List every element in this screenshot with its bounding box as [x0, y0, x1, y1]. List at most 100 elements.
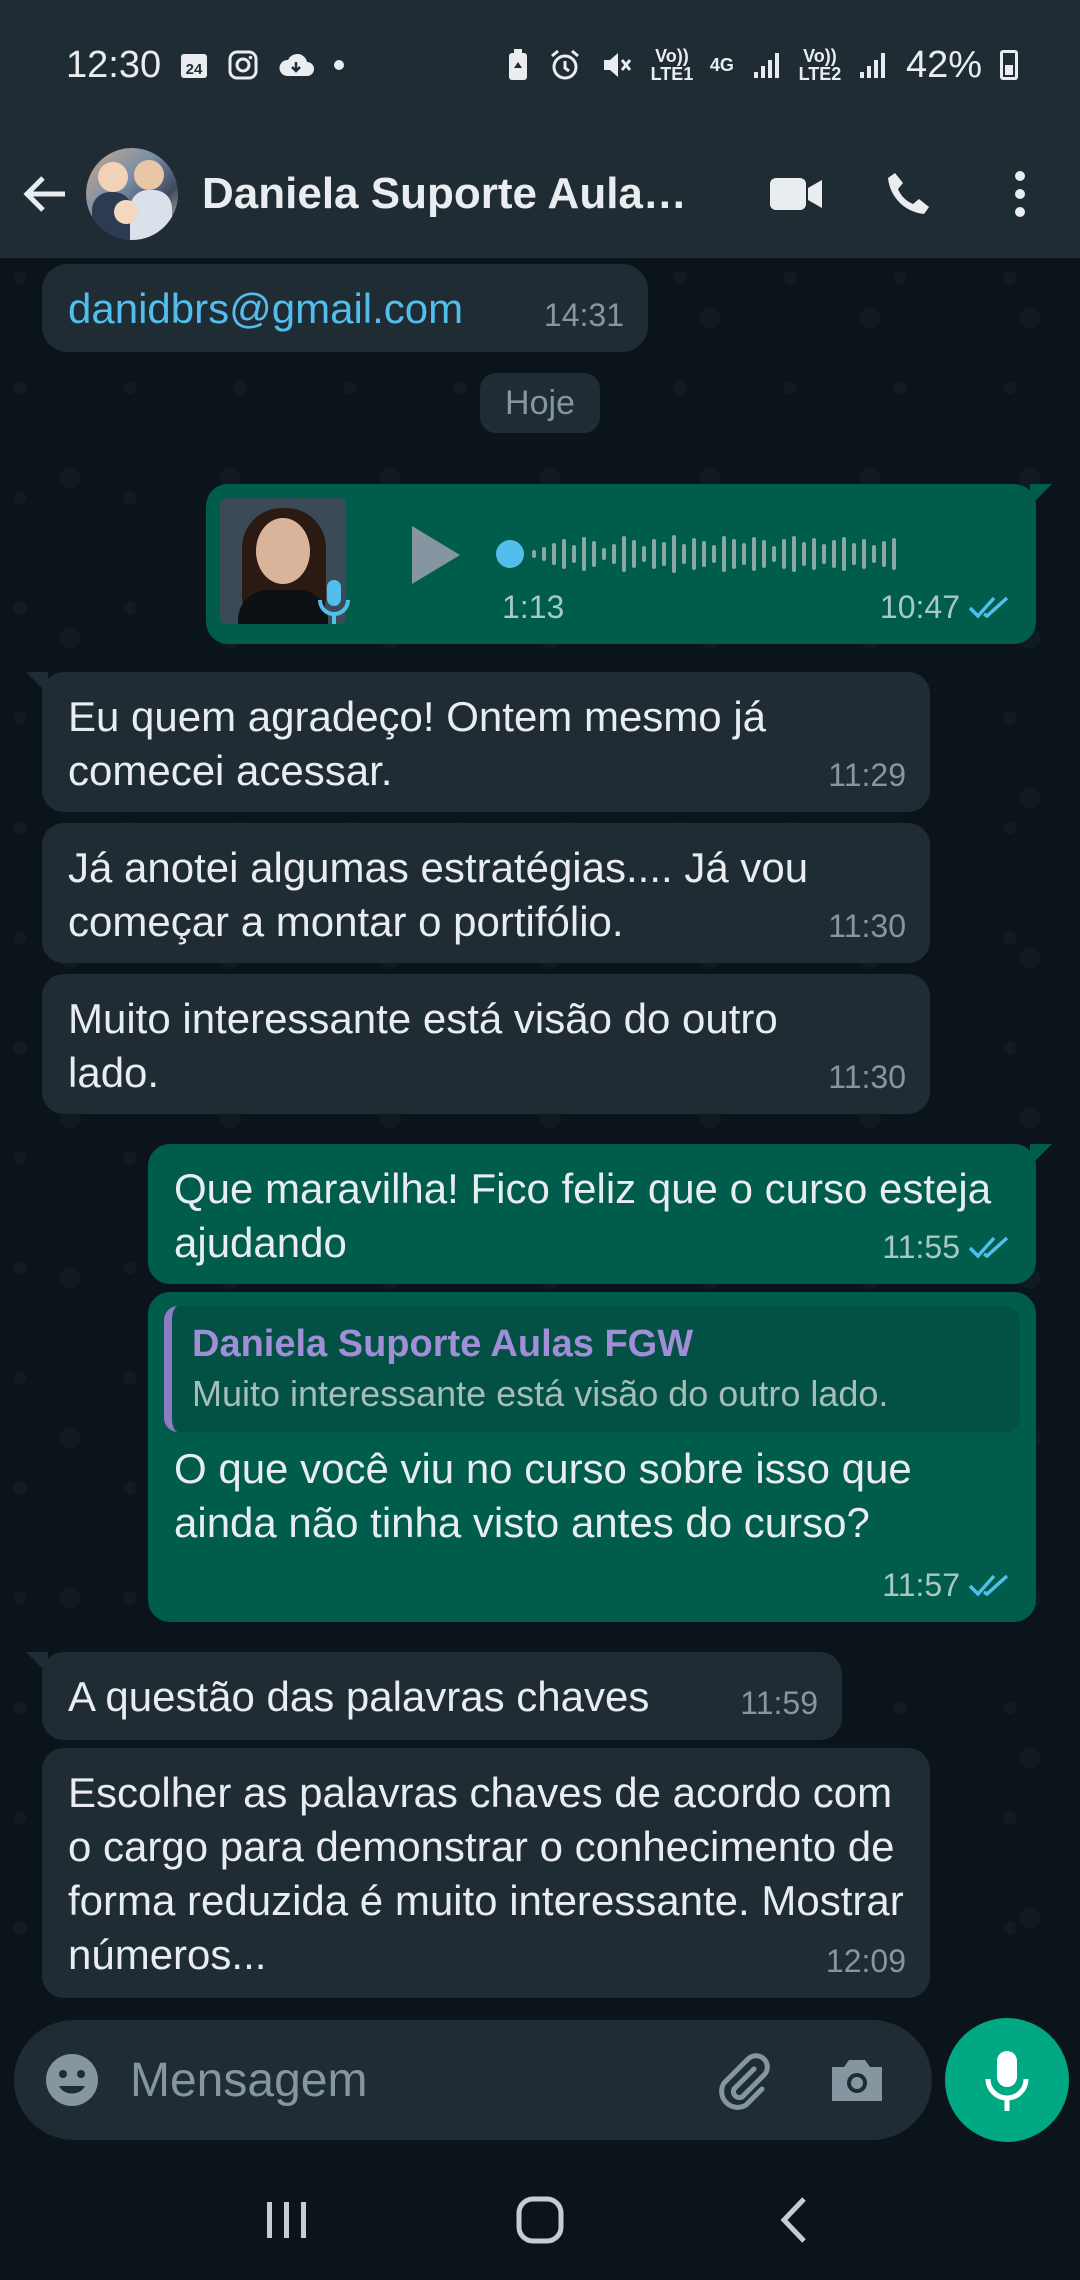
waveform-bar [772, 546, 776, 562]
waveform-bar [842, 537, 846, 571]
waveform-bar [832, 540, 836, 568]
waveform-bar [862, 539, 866, 569]
message-text: A questão das palavras chaves [68, 1673, 650, 1720]
status-right: Vo)) LTE1 4G Vo)) LTE2 42% [506, 44, 1018, 87]
home-button[interactable] [505, 2185, 575, 2255]
cloud-sync-icon [277, 50, 315, 80]
signal-1-icon [752, 50, 782, 80]
recent-apps-icon [266, 2202, 306, 2238]
message-text: Já anotei algumas estratégias.... Já vou… [68, 844, 809, 945]
voice-record-button[interactable] [945, 2018, 1069, 2142]
message-text: Que maravilha! Fico feliz que o curso es… [174, 1165, 992, 1266]
waveform-bar [762, 540, 766, 568]
attach-icon[interactable] [712, 2049, 774, 2111]
waveform-bar [672, 535, 676, 573]
waveform-bar [812, 538, 816, 570]
message-time: 11:57 [882, 1558, 1012, 1612]
chat-area[interactable]: danidbrs@gmail.com 14:31 Hoje 1:13 10:47… [0, 258, 1080, 2013]
more-options-button[interactable] [990, 164, 1050, 224]
message-bubble-incoming[interactable]: Escolher as palavras chaves de acordo co… [42, 1748, 930, 1998]
waveform-bar [592, 541, 596, 567]
contact-name[interactable]: Daniela Suporte Aulas... [202, 169, 702, 219]
waveform-bar [802, 542, 806, 566]
waveform-bar [882, 541, 886, 567]
waveform-bar [542, 547, 546, 561]
quote-author: Daniela Suporte Aulas FGW [192, 1323, 694, 1365]
message-text: Eu quem agradeço! Ontem mesmo já comecei… [68, 693, 767, 794]
waveform-bar [712, 545, 716, 563]
header-actions [766, 164, 1050, 224]
message-bubble-incoming[interactable]: Eu quem agradeço! Ontem mesmo já comecei… [26, 672, 930, 812]
waveform-bar [822, 544, 826, 564]
message-bubble-incoming[interactable]: Já anotei algumas estratégias.... Já vou… [42, 823, 930, 963]
message-composer [14, 2020, 932, 2140]
waveform-bar [562, 539, 566, 569]
waveform-bar [572, 545, 576, 563]
status-left: 12:30 24 [66, 44, 345, 87]
waveform-bar [852, 543, 856, 565]
instagram-icon [227, 49, 259, 81]
waveform-bar [602, 548, 606, 560]
read-ticks-icon [968, 596, 1009, 619]
read-ticks-icon [968, 1574, 1009, 1597]
recent-apps-button[interactable] [252, 2185, 322, 2255]
calendar-day: 24 [186, 61, 203, 78]
read-ticks-icon [968, 1236, 1009, 1259]
more-vertical-icon [1015, 171, 1025, 217]
status-time: 12:30 [66, 43, 162, 86]
microphone-icon [985, 2051, 1029, 2111]
message-bubble-outgoing[interactable]: Que maravilha! Fico feliz que o curso es… [148, 1144, 1052, 1284]
waveform-bar [582, 537, 586, 571]
waveform-bar [552, 543, 556, 565]
back-chevron-icon [780, 2197, 807, 2243]
camera-icon[interactable] [826, 2049, 888, 2111]
system-nav-bar [0, 2160, 1080, 2280]
contact-avatar[interactable] [86, 148, 178, 240]
message-input[interactable] [130, 2052, 690, 2108]
video-camera-icon [770, 178, 822, 210]
emoji-icon[interactable] [42, 2050, 102, 2110]
message-bubble-email[interactable]: danidbrs@gmail.com 14:31 [42, 264, 648, 352]
battery-icon [1000, 50, 1018, 80]
back-button[interactable] [20, 169, 70, 219]
message-bubble-incoming[interactable]: Muito interessante está visão do outro l… [42, 974, 930, 1114]
waveform-bar [782, 539, 786, 569]
quote-text: Muito interessante está visão do outro l… [192, 1373, 889, 1414]
message-time: 14:31 [543, 297, 624, 333]
mute-icon [600, 48, 634, 82]
play-icon[interactable] [402, 520, 466, 590]
email-link[interactable]: danidbrs@gmail.com [68, 285, 463, 332]
status-bar: 12:30 24 Vo)) LTE1 4G Vo)) LTE2 42% [0, 0, 1080, 130]
message-time: 12:09 [825, 1943, 906, 1979]
signal-2-icon [858, 50, 888, 80]
waveform-bar [702, 541, 706, 567]
alarm-icon [548, 48, 582, 82]
message-text: Muito interessante está visão do outro l… [68, 995, 778, 1096]
message-time: 10:47 [880, 580, 1012, 634]
waveform-bar [532, 550, 536, 558]
message-bubble-outgoing-reply[interactable]: Daniela Suporte Aulas FGW Muito interess… [148, 1292, 1036, 1622]
waveform-scrubber [496, 540, 524, 568]
waveform-bar [752, 537, 756, 571]
chat-header: Daniela Suporte Aulas... [0, 130, 1080, 258]
waveform-bar [872, 545, 876, 563]
waveform-bar [742, 543, 746, 565]
waveform-bar [642, 546, 646, 562]
voice-call-button[interactable] [878, 164, 938, 224]
waveform-bar [662, 542, 666, 566]
video-call-button[interactable] [766, 164, 826, 224]
waveform-bar [632, 540, 636, 568]
battery-percent: 42% [905, 43, 982, 86]
voice-message-bubble[interactable]: 1:13 10:47 [206, 484, 1052, 644]
phone-icon [888, 173, 929, 214]
home-icon [516, 2196, 564, 2244]
date-separator: Hoje [480, 373, 600, 433]
waveform-bar [612, 544, 616, 564]
message-bubble-incoming[interactable]: A questão das palavras chaves 11:59 [26, 1652, 842, 1740]
back-nav-button[interactable] [758, 2185, 828, 2255]
message-time: 11:29 [828, 757, 906, 793]
notification-dot-icon [333, 59, 345, 71]
reply-quote[interactable]: Daniela Suporte Aulas FGW Muito interess… [164, 1306, 1020, 1432]
waveform-bar [622, 536, 626, 572]
waveform-bar [682, 544, 686, 564]
